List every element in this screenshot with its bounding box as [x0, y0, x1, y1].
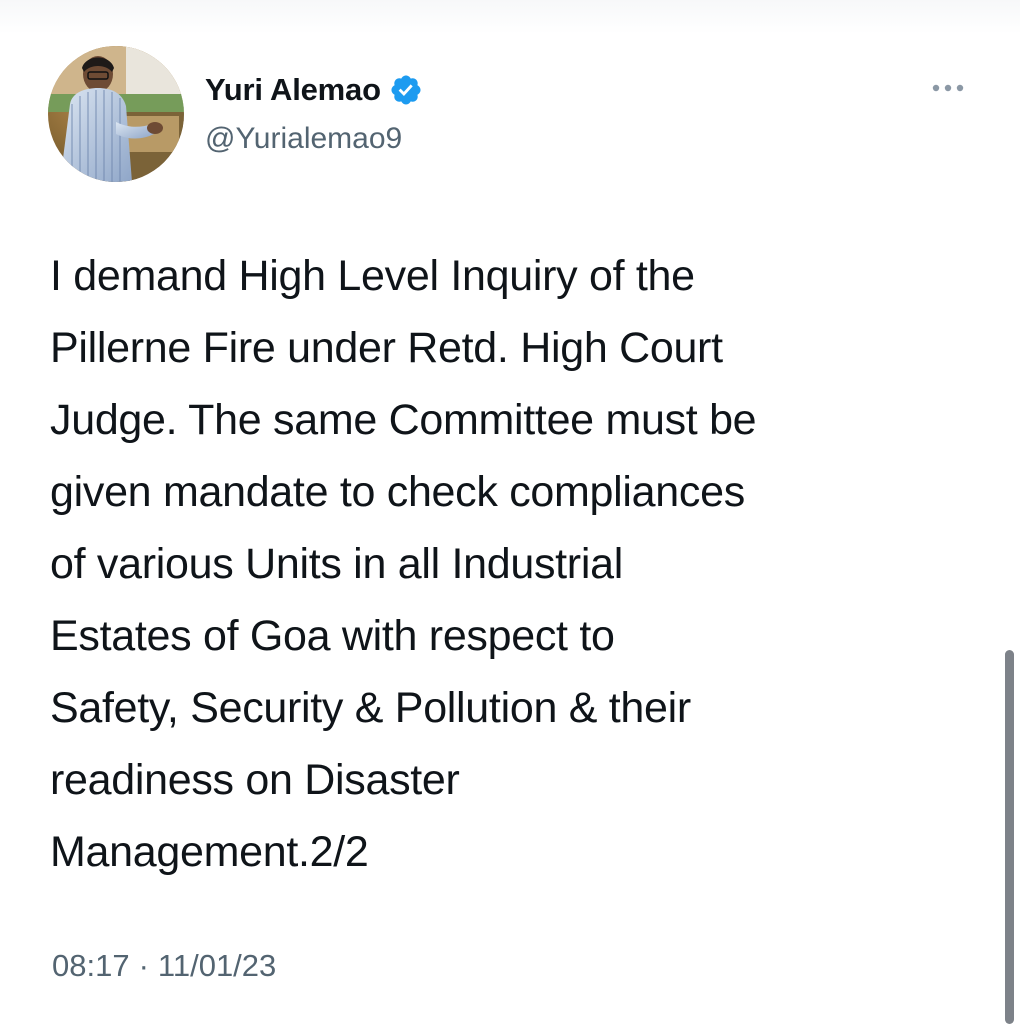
- avatar-photo: [48, 46, 184, 182]
- tweet-time[interactable]: 08:17: [52, 948, 130, 983]
- verified-badge-icon[interactable]: [389, 73, 423, 107]
- author-block: Yuri Alemao @Yurialemao9: [205, 70, 825, 156]
- tweet-date[interactable]: 11/01/23: [158, 948, 276, 983]
- author-display-name[interactable]: Yuri Alemao: [205, 72, 381, 108]
- timestamp-separator: ·: [138, 948, 149, 983]
- tweet-text: I demand High Level Inquiry of the Pille…: [50, 252, 757, 876]
- name-row: Yuri Alemao: [205, 70, 825, 110]
- more-options-icon: [932, 84, 964, 92]
- top-edge-strip: [0, 0, 1020, 34]
- vertical-scrollbar[interactable]: [1005, 650, 1014, 1024]
- more-options-button[interactable]: [920, 72, 976, 104]
- avatar[interactable]: [48, 46, 184, 182]
- tweet-timestamp-row: 08:17 · 11/01/23: [52, 948, 276, 984]
- author-handle[interactable]: @Yurialemao9: [205, 122, 825, 156]
